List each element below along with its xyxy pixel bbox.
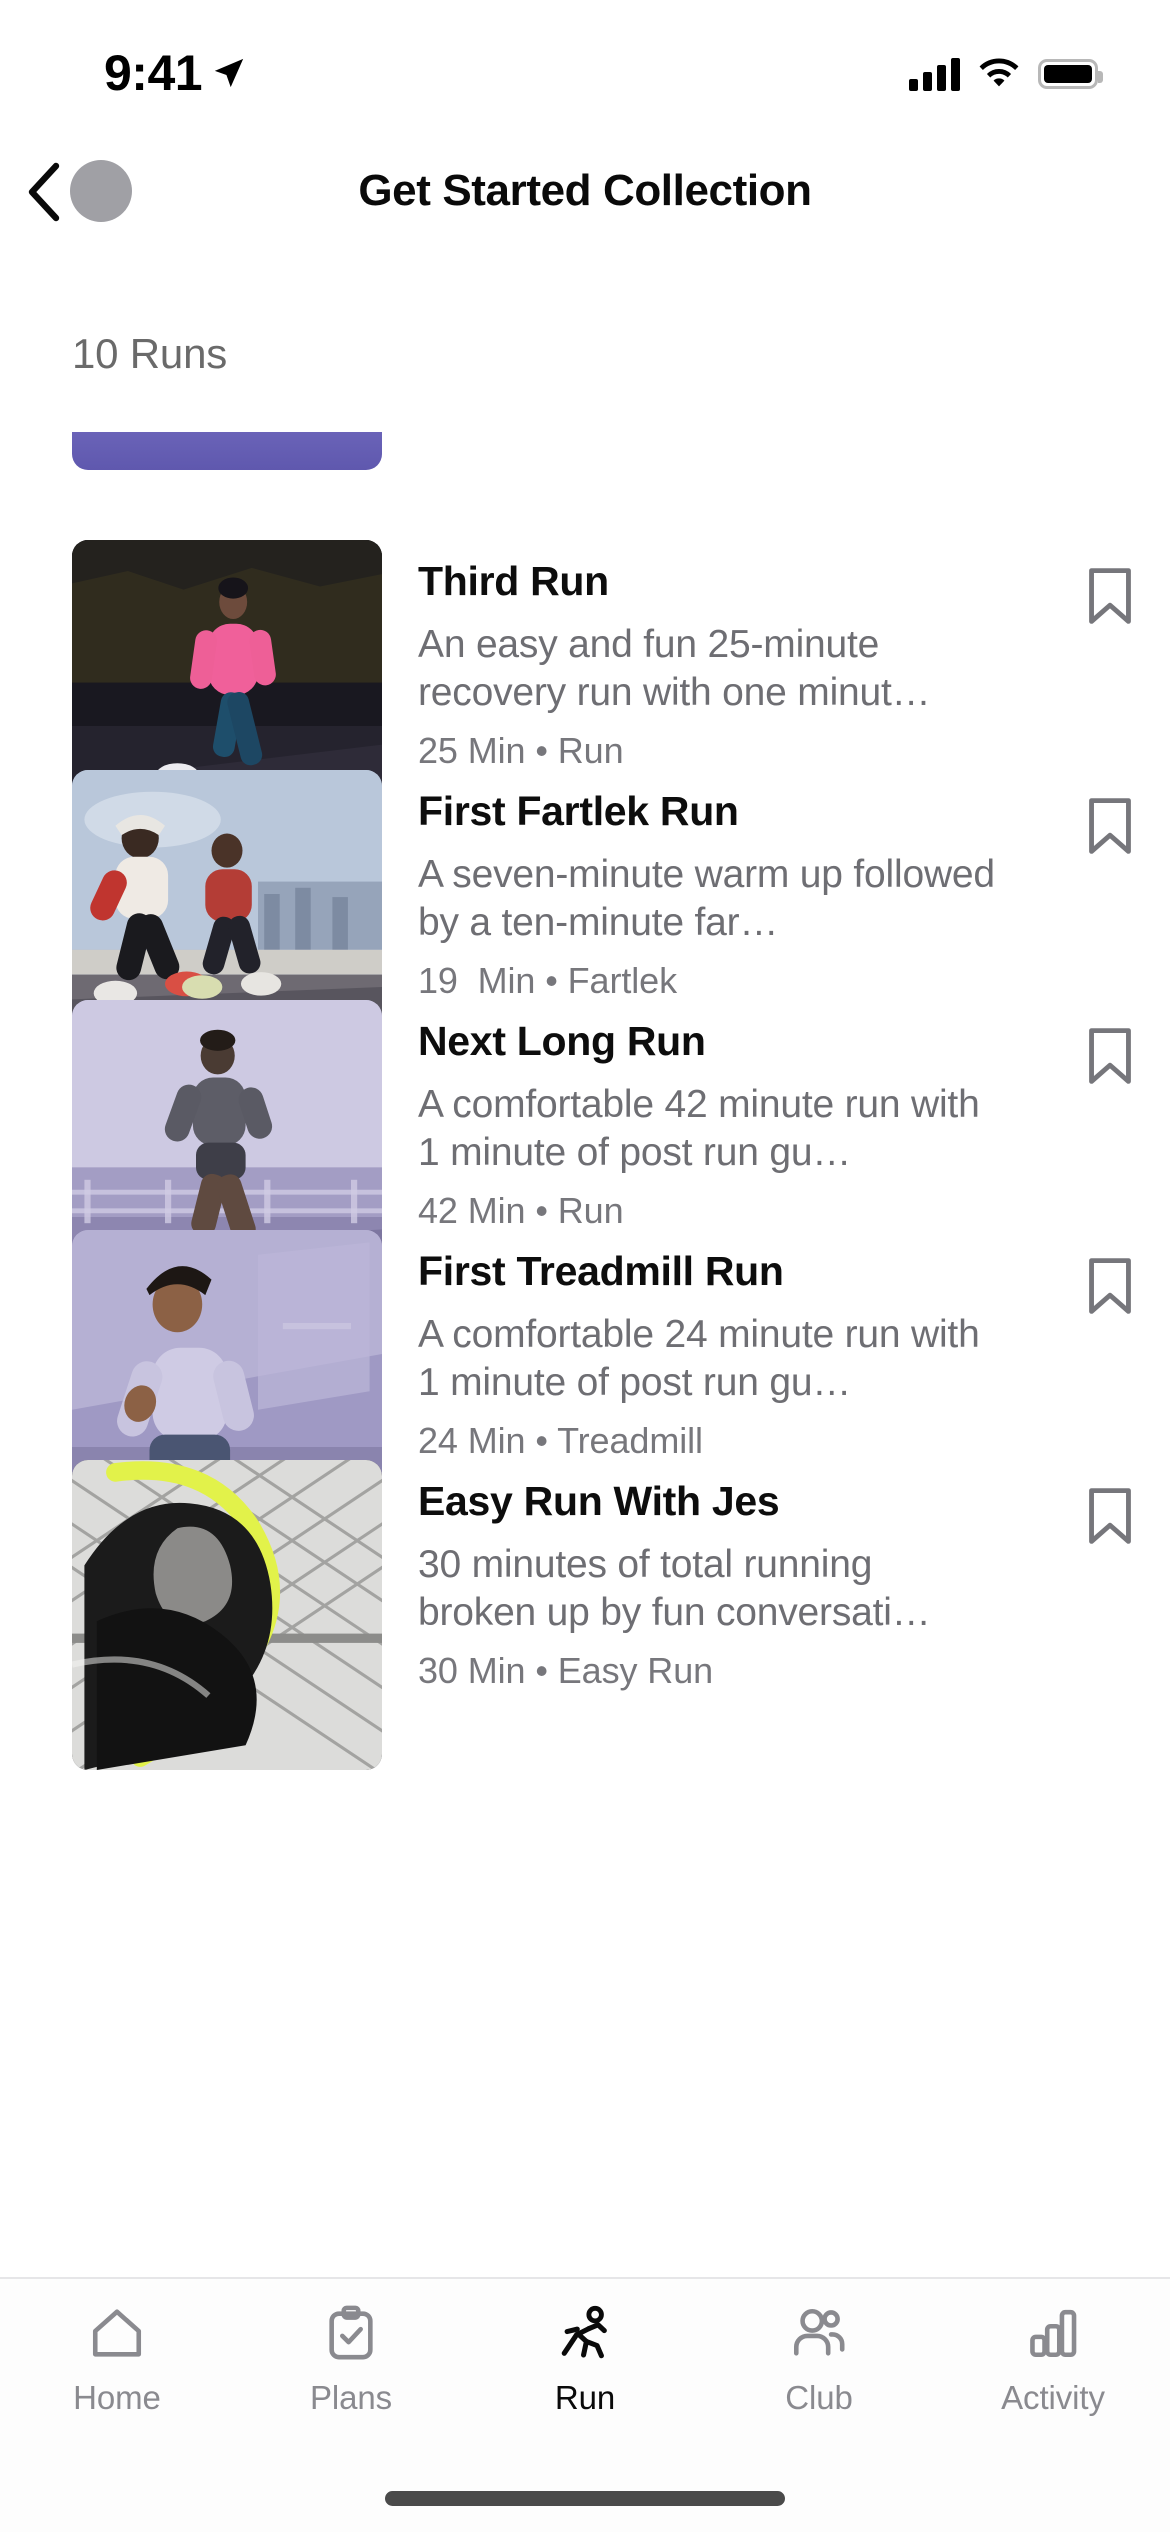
list-item-title: Third Run: [418, 558, 609, 604]
list-item-body: Easy Run With Jes 30 minutes of total ru…: [382, 1460, 1050, 1692]
nav-bar: Get Started Collection: [0, 132, 1170, 250]
tab-label: Activity: [1001, 2379, 1105, 2416]
tab-label: Home: [73, 2379, 161, 2416]
list-item-meta: 19 Min • Fartlek: [418, 960, 677, 1002]
cellular-signal-icon: [909, 57, 960, 91]
page-title: Get Started Collection: [358, 166, 812, 215]
bookmark-icon: [1089, 1488, 1131, 1544]
list-item-description: A comfortable 24 minute run with 1 minut…: [418, 1313, 980, 1404]
list-item-meta: 42 Min • Run: [418, 1190, 624, 1232]
run-count-label: 10 Runs: [72, 330, 228, 377]
location-arrow-icon: [212, 56, 246, 90]
status-bar-left: 9:41: [0, 30, 246, 102]
phone-screen: 9:41 Get Started Collection 10 Runs Thir…: [0, 0, 1170, 2532]
bookmark-icon: [1089, 1028, 1131, 1084]
list-item-title: Easy Run With Jes: [418, 1478, 780, 1524]
runner-fence-bw-yellow-thumbnail[interactable]: [72, 1460, 382, 1770]
home-icon: [88, 2301, 146, 2365]
list-item-description: 30 minutes of total running broken up by…: [418, 1543, 931, 1634]
list-item-description: A seven-minute warm up followed by a ten…: [418, 853, 995, 944]
list-item[interactable]: Easy Run With Jes 30 minutes of total ru…: [0, 1460, 1170, 1770]
list-item-title: First Fartlek Run: [418, 788, 739, 834]
bar-chart-icon: [1024, 2301, 1082, 2365]
runs-list[interactable]: Third Run An easy and fun 25-minute reco…: [0, 432, 1170, 2270]
status-bar-right: [909, 41, 1108, 91]
tab-plans[interactable]: Plans: [234, 2301, 468, 2439]
list-item-meta: 30 Min • Easy Run: [418, 1650, 714, 1692]
tab-club[interactable]: Club: [702, 2301, 936, 2439]
home-indicator[interactable]: [385, 2491, 785, 2506]
tab-run[interactable]: Run: [468, 2301, 702, 2439]
tab-activity[interactable]: Activity: [936, 2301, 1170, 2439]
tab-label: Plans: [309, 2379, 393, 2416]
list-item-meta: 24 Min • Treadmill: [418, 1420, 703, 1462]
wifi-icon: [978, 58, 1020, 90]
tab-list: Home Plans Run Club Activity: [0, 2279, 1170, 2439]
list-item-body: Next Long Run A comfortable 42 minute ru…: [382, 1000, 1050, 1232]
bookmark-button[interactable]: [1050, 1000, 1170, 1086]
people-icon: [790, 2301, 848, 2365]
previous-card-clipped[interactable]: [72, 432, 382, 470]
running-person-icon: [556, 2301, 614, 2365]
list-item-title: Next Long Run: [418, 1018, 706, 1064]
tab-home[interactable]: Home: [0, 2301, 234, 2439]
list-item-description: An easy and fun 25-minute recovery run w…: [418, 623, 931, 714]
bookmark-icon: [1089, 1258, 1131, 1314]
battery-full-icon: [1038, 59, 1103, 89]
bookmark-button[interactable]: [1050, 770, 1170, 856]
list-item-meta: 25 Min • Run: [418, 730, 624, 772]
list-item-body: First Fartlek Run A seven-minute warm up…: [382, 770, 1050, 1002]
status-bar: 9:41: [0, 0, 1170, 132]
list-item-description: A comfortable 42 minute run with 1 minut…: [418, 1083, 980, 1174]
list-item-title: First Treadmill Run: [418, 1248, 784, 1294]
bookmark-icon: [1089, 798, 1131, 854]
bookmark-icon: [1089, 568, 1131, 624]
bookmark-button[interactable]: [1050, 540, 1170, 626]
list-item-body: Third Run An easy and fun 25-minute reco…: [382, 540, 1050, 772]
list-item-body: First Treadmill Run A comfortable 24 min…: [382, 1230, 1050, 1462]
bookmark-button[interactable]: [1050, 1230, 1170, 1316]
tab-label: Club: [785, 2379, 853, 2416]
bottom-tab-bar: Home Plans Run Club Activity: [0, 2277, 1170, 2532]
bookmark-button[interactable]: [1050, 1460, 1170, 1546]
status-time: 9:41: [104, 45, 203, 101]
clipboard-check-icon: [322, 2301, 380, 2365]
tab-label: Run: [554, 2379, 616, 2416]
